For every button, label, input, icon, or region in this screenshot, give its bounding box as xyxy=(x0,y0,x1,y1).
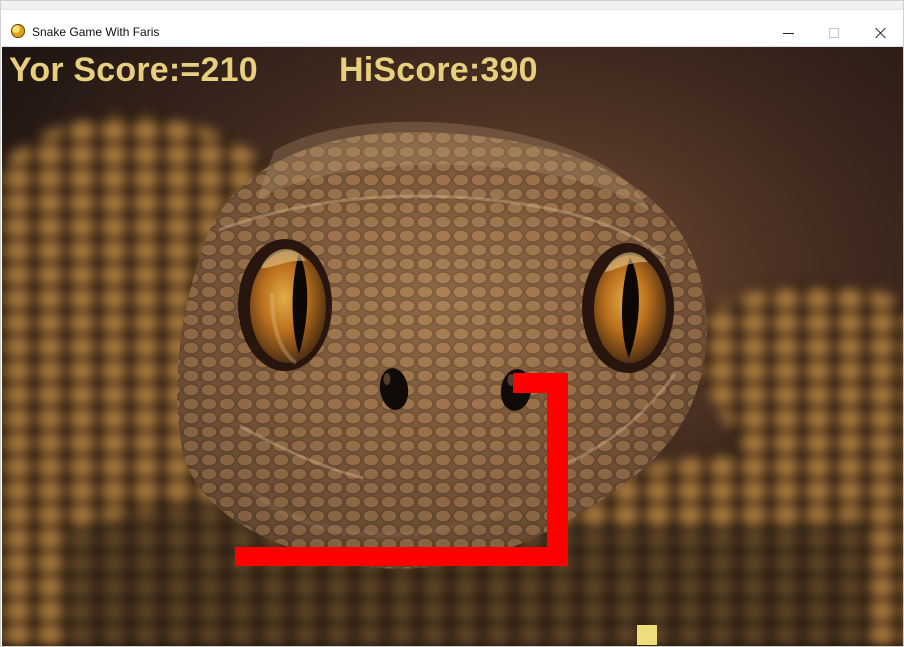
top-window-strip xyxy=(1,1,903,10)
app-icon xyxy=(11,24,25,38)
food-pellet xyxy=(637,625,657,645)
window-title: Snake Game With Faris xyxy=(32,25,160,39)
game-canvas[interactable]: Yor Score:=210 HiScore:390 xyxy=(2,47,903,646)
close-icon xyxy=(874,27,886,39)
snake-body-segment-bottom xyxy=(235,547,568,566)
minimize-icon xyxy=(782,33,794,34)
minimize-button[interactable] xyxy=(765,18,811,47)
snake-body-segment-vertical xyxy=(547,373,568,566)
title-bar[interactable]: Snake Game With Faris xyxy=(1,1,903,47)
maximize-icon xyxy=(829,27,839,38)
game-window: Snake Game With Faris Yor Score:=210 HiS… xyxy=(0,0,904,647)
maximize-button[interactable] xyxy=(811,18,857,47)
close-button[interactable] xyxy=(857,18,903,47)
